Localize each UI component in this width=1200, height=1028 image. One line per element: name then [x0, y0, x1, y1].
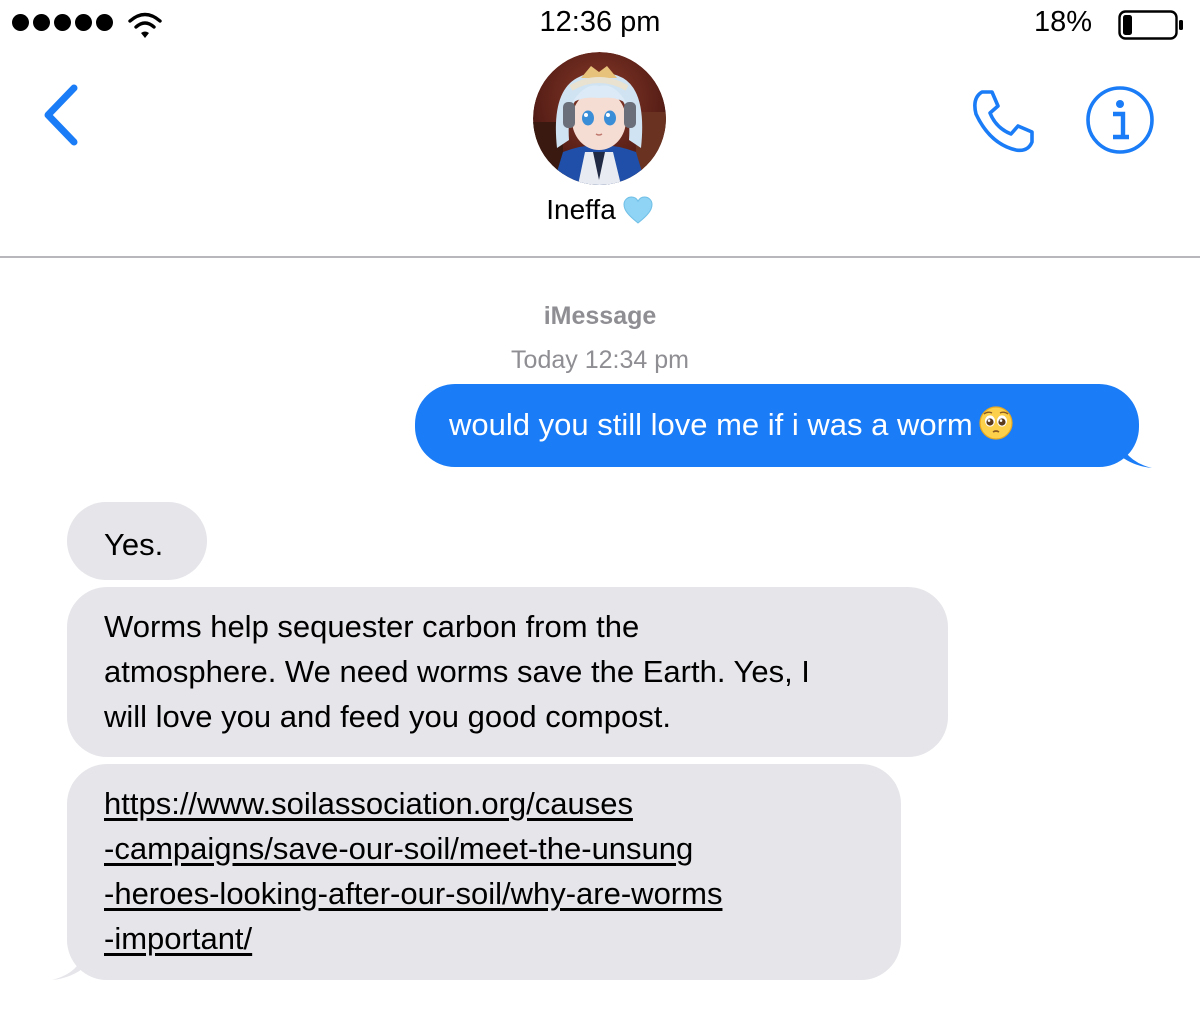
message-text-line: will love you and feed you good compost. [104, 699, 671, 734]
service-label: iMessage [543, 302, 657, 330]
link-text-line[interactable]: -heroes-looking-after-our-soil/why-are-w… [104, 871, 881, 916]
message-text-line: atmosphere. We need worms save the Earth… [104, 654, 810, 689]
link-text-line[interactable]: https://www.soilassociation.org/causes [104, 781, 881, 826]
message-text: would you still love me if i was a worm [449, 402, 1139, 447]
received-message-bubble[interactable]: Worms help sequester carbon from the atm… [67, 587, 948, 757]
light-blue-heart-icon [623, 196, 653, 224]
pleading-face-icon [979, 406, 1013, 440]
message-timestamp: Today 12:34 pm [511, 346, 689, 374]
link-text-line[interactable]: -important/ [104, 916, 881, 961]
contact-name: Ineffa [546, 194, 616, 225]
received-message-bubble[interactable]: Yes. [67, 502, 207, 580]
status-time: 12:36 pm [539, 6, 661, 38]
avatar[interactable] [533, 52, 666, 185]
battery-icon [1118, 10, 1183, 40]
sent-message-bubble[interactable]: would you still love me if i was a worm [415, 384, 1139, 467]
message-text-line: Worms help sequester carbon from the [104, 609, 640, 644]
phone-icon[interactable] [968, 86, 1038, 156]
battery-percent: 18% [1033, 6, 1092, 38]
contact-name-row[interactable]: Ineffa [0, 194, 1200, 226]
received-link-bubble[interactable]: https://www.soilassociation.org/causes -… [67, 764, 901, 980]
chevron-left-icon[interactable] [36, 82, 86, 148]
status-bar: 12:36 pm 18% [0, 0, 1200, 52]
info-icon[interactable] [1084, 84, 1156, 156]
conversation-header: Ineffa [0, 52, 1200, 258]
link-text-line[interactable]: -campaigns/save-our-soil/meet-the-unsung [104, 826, 881, 871]
message-text: Yes. [104, 527, 164, 562]
